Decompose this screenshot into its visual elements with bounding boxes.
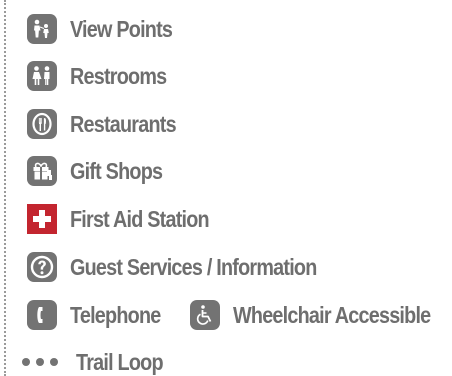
wheelchair-icon: [190, 300, 220, 330]
legend-label: First Aid Station: [70, 205, 210, 232]
view-points-icon: [27, 14, 57, 44]
trail-dot: [22, 358, 30, 366]
map-legend: View Points Restrooms Restaurants Gift S…: [0, 0, 452, 376]
legend-label: Telephone: [70, 301, 161, 328]
legend-item-first-aid-station: First Aid Station: [27, 202, 231, 236]
legend-label: Gift Shops: [70, 157, 163, 184]
legend-label: Wheelchair Accessible: [233, 301, 431, 328]
legend-label: View Points: [70, 15, 173, 42]
question-icon: [27, 252, 57, 282]
legend-item-wheelchair-accessible: Wheelchair Accessible: [190, 298, 452, 332]
legend-label: Restrooms: [70, 62, 167, 89]
dotted-border: [4, 0, 6, 376]
first-aid-icon: [27, 204, 57, 234]
legend-item-view-points: View Points: [27, 12, 189, 46]
legend-label: Guest Services / Information: [70, 253, 317, 280]
legend-item-telephone: Telephone: [27, 298, 175, 332]
gift-shop-icon: [27, 156, 57, 186]
trail-dot: [36, 358, 44, 366]
trail-dot: [50, 358, 58, 366]
restaurant-icon: [27, 109, 57, 139]
legend-item-trail-loop: Trail Loop: [22, 345, 177, 376]
legend-item-restrooms: Restrooms: [27, 59, 182, 93]
trail-dots-icon: [22, 358, 66, 366]
legend-item-gift-shops: Gift Shops: [27, 154, 177, 188]
legend-item-guest-services: Guest Services / Information: [27, 250, 357, 284]
restrooms-icon: [27, 61, 57, 91]
legend-item-restaurants: Restaurants: [27, 107, 193, 141]
telephone-icon: [27, 300, 57, 330]
legend-label: Restaurants: [70, 110, 177, 137]
legend-label: Trail Loop: [76, 348, 164, 375]
